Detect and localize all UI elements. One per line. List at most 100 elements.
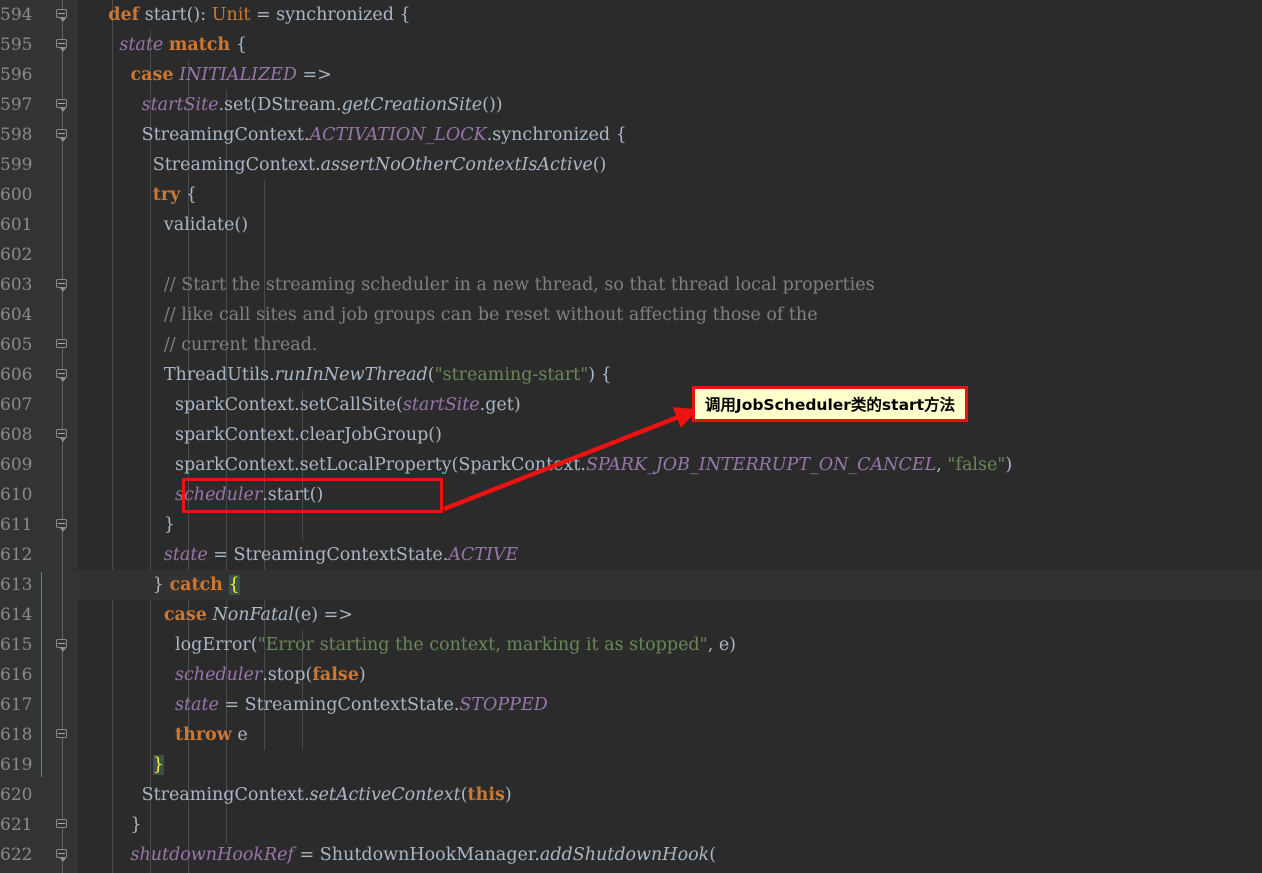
code-line[interactable]: scheduler.start()	[78, 480, 1262, 510]
code-token: .stop(	[262, 665, 313, 685]
code-line[interactable]: def start(): Unit = synchronized {	[78, 0, 1262, 30]
code-token: sparkContext.setCallSite(	[86, 395, 403, 415]
code-line[interactable]: state match {	[78, 30, 1262, 60]
code-line[interactable]: }	[78, 810, 1262, 840]
code-line[interactable]: startSite.set(DStream.getCreationSite())	[78, 90, 1262, 120]
code-token: ())	[482, 95, 503, 115]
code-line[interactable]: scheduler.stop(false)	[78, 660, 1262, 690]
fold-toggle-icon[interactable]	[56, 519, 69, 532]
code-token: (	[460, 785, 468, 805]
fold-toggle-icon[interactable]	[56, 39, 69, 52]
code-token: catch	[169, 575, 223, 595]
code-line[interactable]: state = StreamingContextState.STOPPED	[78, 690, 1262, 720]
code-line[interactable]: StreamingContext.assertNoOtherContextIsA…	[78, 150, 1262, 180]
code-token: "false"	[947, 455, 1006, 475]
fold-toggle-icon[interactable]	[56, 729, 69, 742]
fold-toggle-icon[interactable]	[56, 429, 69, 442]
code-token: ACTIVATION_LOCK	[309, 125, 487, 145]
code-token: setActiveContext	[309, 785, 461, 805]
code-line[interactable]: shutdownHookRef = ShutdownHookManager.ad…	[78, 840, 1262, 870]
fold-toggle-icon[interactable]	[56, 339, 69, 352]
fold-toggle-icon[interactable]	[56, 819, 69, 832]
code-token: sparkContext.setLocalProperty(SparkConte…	[86, 455, 586, 475]
fold-toggle-icon[interactable]	[56, 369, 69, 382]
editor-gutter[interactable]: 594 595 596 597 598 599 600 601 602 603 604 605 606 6…	[0, 0, 78, 873]
code-token: .set(DStream.	[218, 95, 342, 115]
code-token: e	[231, 725, 248, 745]
code-line[interactable]: sparkContext.setCallSite(startSite.get)	[78, 390, 1262, 420]
code-token: scheduler	[175, 485, 263, 505]
code-token: startSite	[402, 395, 480, 415]
code-token: addShutdownHook	[539, 845, 710, 865]
code-token: }	[86, 815, 142, 835]
code-token: validate()	[86, 215, 249, 235]
code-content[interactable]: def start(): Unit = synchronized { state…	[78, 0, 1262, 873]
code-token: getCreationSite	[341, 95, 483, 115]
code-token: shutdownHookRef	[130, 845, 295, 865]
fold-toggle-icon[interactable]	[56, 279, 69, 292]
code-line[interactable]: throw e	[78, 720, 1262, 750]
code-token: match	[168, 35, 231, 55]
code-token: state	[163, 545, 208, 565]
fold-toggle-icon[interactable]	[56, 849, 69, 862]
code-token: // current thread.	[86, 335, 318, 355]
code-line[interactable]: // like call sites and job groups can be…	[78, 300, 1262, 330]
code-token: {	[228, 575, 240, 595]
code-token: , e)	[707, 635, 736, 655]
code-token: scheduler	[175, 665, 263, 685]
code-line[interactable]: // Start the streaming scheduler in a ne…	[78, 270, 1262, 300]
fold-toggle-icon[interactable]	[56, 639, 69, 652]
line-number: 610	[0, 485, 33, 505]
code-token: = synchronized {	[250, 5, 411, 25]
code-token: (e) =>	[294, 605, 353, 625]
line-number: 602	[0, 245, 33, 265]
code-token: logError(	[86, 635, 258, 655]
code-token: // like call sites and job groups can be…	[86, 305, 818, 325]
code-line[interactable]: case NonFatal(e) =>	[78, 600, 1262, 630]
fold-toggle-icon[interactable]	[56, 99, 69, 112]
code-token: "Error starting the context, marking it …	[257, 635, 708, 655]
fold-toggle-icon[interactable]	[56, 9, 69, 22]
code-line[interactable]: StreamingContext.setActiveContext(this)	[78, 780, 1262, 810]
code-token: assertNoOtherContextIsActive	[320, 155, 593, 175]
code-line[interactable]: logError("Error starting the context, ma…	[78, 630, 1262, 660]
code-line[interactable]: }	[78, 750, 1262, 780]
code-line[interactable]	[78, 240, 1262, 270]
code-editor[interactable]: 594 595 596 597 598 599 600 601 602 603 604 605 606 6…	[0, 0, 1262, 873]
matched-block-indicator	[41, 572, 42, 777]
code-token: false	[312, 665, 359, 685]
code-line[interactable]: StreamingContext.ACTIVATION_LOCK.synchro…	[78, 120, 1262, 150]
code-line[interactable]: try {	[78, 180, 1262, 210]
code-line[interactable]: state = StreamingContextState.ACTIVE	[78, 540, 1262, 570]
code-token: start	[139, 5, 187, 25]
code-line[interactable]: } catch {	[78, 570, 1262, 600]
code-token: .start()	[262, 485, 324, 505]
code-line[interactable]: case INITIALIZED =>	[78, 60, 1262, 90]
code-line[interactable]: }	[78, 510, 1262, 540]
code-line[interactable]: sparkContext.setLocalProperty(SparkConte…	[78, 450, 1262, 480]
code-token: =>	[296, 65, 332, 85]
code-token: INITIALIZED	[179, 65, 297, 85]
code-token: )	[358, 665, 366, 685]
code-token: // Start the streaming scheduler in a ne…	[86, 275, 875, 295]
code-token: try	[152, 185, 181, 205]
code-line[interactable]: ThreadUtils.runInNewThread("streaming-st…	[78, 360, 1262, 390]
line-number: 604	[0, 305, 33, 325]
line-number: 599	[0, 155, 33, 175]
line-number: 613	[0, 575, 33, 595]
line-number: 617	[0, 695, 33, 715]
code-line[interactable]: sparkContext.clearJobGroup()	[78, 420, 1262, 450]
line-number: 620	[0, 785, 33, 805]
code-token: StreamingContext.	[86, 785, 310, 805]
fold-toggle-icon[interactable]	[56, 129, 69, 142]
code-line[interactable]: // current thread.	[78, 330, 1262, 360]
code-line[interactable]: validate()	[78, 210, 1262, 240]
code-token: ,	[936, 455, 948, 475]
code-token: case	[163, 605, 207, 625]
